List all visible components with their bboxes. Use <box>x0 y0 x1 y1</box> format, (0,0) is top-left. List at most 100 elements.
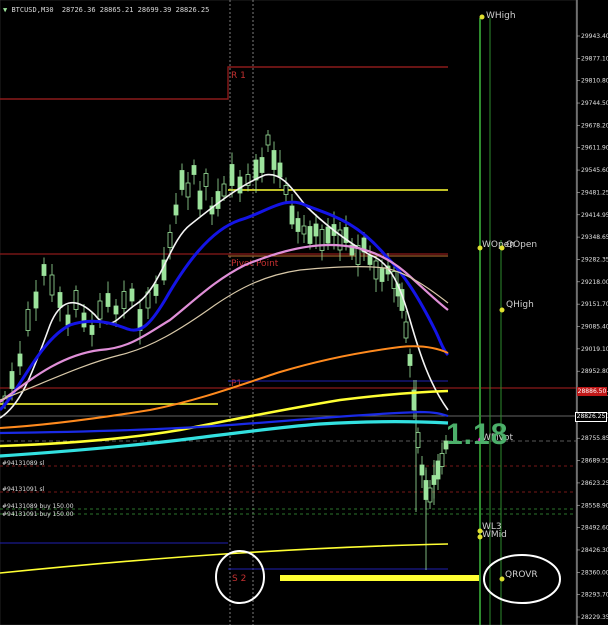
candle-body <box>73 290 79 310</box>
price-tick-label: 28229.35 <box>581 614 608 621</box>
candle-body <box>81 312 87 328</box>
marker-dot <box>499 307 505 313</box>
candle-body <box>105 293 111 307</box>
price-tick-label: 29019.10 <box>581 346 608 353</box>
candle-body <box>419 464 425 476</box>
candle-body <box>97 300 103 320</box>
candle-body <box>173 204 179 216</box>
candle-body <box>41 264 47 276</box>
price-tick-label: 29744.50 <box>581 100 608 107</box>
candle-body <box>65 314 71 326</box>
marker-label: WHigh <box>486 11 516 21</box>
chart-icon: ▼ <box>3 6 8 14</box>
cyan-ma-line <box>0 420 449 458</box>
candle-body <box>215 191 221 209</box>
candle-body <box>325 226 331 244</box>
chart-window[interactable]: R 1 Pivot Point P1 S 2 #94131089 sl #941… <box>0 0 608 625</box>
candle-body <box>129 288 135 302</box>
marker-label: WMid <box>482 530 507 540</box>
price-tick-label: 29481.25 <box>581 189 608 196</box>
candle-body <box>185 182 191 198</box>
indicator-value: 1.18 <box>446 418 509 451</box>
price-tick-label: 29611.90 <box>581 145 608 152</box>
candle-body <box>9 371 15 389</box>
price-tick-label: 29151.70 <box>581 301 608 308</box>
price-tick-label: 29085.40 <box>581 324 608 331</box>
price-tick-label: 29218.00 <box>581 279 608 286</box>
price-tick-label: 29943.40 <box>581 33 608 40</box>
price-tick-label: 28426.30 <box>581 547 608 554</box>
marker-label: QOpen <box>506 240 537 250</box>
candle-body <box>49 274 55 296</box>
price-chart[interactable]: R 1 Pivot Point P1 S 2 #94131089 sl #941… <box>0 0 608 625</box>
price-tick-label: 29282.35 <box>581 256 608 263</box>
candle-body <box>439 453 445 467</box>
candle-body <box>367 255 373 265</box>
candle-body <box>427 487 433 503</box>
marker-dot <box>499 576 505 582</box>
red-price-tag: 28886.50 <box>577 387 607 396</box>
price-tick-label: 29545.60 <box>581 167 608 174</box>
price-tick-label: 29877.10 <box>581 55 608 62</box>
marker-label: QHigh <box>506 300 534 310</box>
candle-body <box>229 164 235 186</box>
candle-body <box>167 232 173 248</box>
order-label: #94131091 buy 150.00 <box>2 511 74 518</box>
r1-label: R 1 <box>231 71 246 81</box>
price-tick-label: 29810.80 <box>581 78 608 85</box>
r1-line <box>0 66 448 100</box>
candle-body <box>307 226 313 244</box>
candle-body <box>153 284 159 296</box>
beige-ma-line <box>0 265 449 401</box>
price-tick-label: 28689.55 <box>581 458 608 465</box>
candle-body <box>415 432 421 448</box>
order-label: #94131089 buy 150.00 <box>2 503 74 510</box>
price-tick-label: 28360.00 <box>581 569 608 576</box>
yellow-ma-line <box>0 389 449 448</box>
candle-body <box>289 205 295 225</box>
candle-body <box>17 353 23 367</box>
candle-body <box>373 260 379 280</box>
candle-body <box>407 354 413 366</box>
candle-body <box>89 325 95 335</box>
chart-header: ▼ BTCUSD,M30 28726.36 28865.21 28699.39 … <box>3 6 209 14</box>
price-axis: 29943.40 29877.10 29810.80 29744.50 29678.20… <box>577 33 608 621</box>
price-tick-label: 28492.60 <box>581 525 608 532</box>
price-tick-label: 29678.20 <box>581 122 608 129</box>
price-tick-label: 28623.25 <box>581 480 608 487</box>
price-tick-label: 28293.70 <box>581 592 608 599</box>
candle-body <box>179 170 185 190</box>
candle-body <box>301 225 307 235</box>
candle-body <box>197 190 203 210</box>
candle-body <box>319 229 325 251</box>
candle-body <box>253 159 259 181</box>
marker-dot <box>479 14 485 20</box>
candle-body <box>25 309 31 331</box>
candle-body <box>203 173 209 187</box>
marker-dot <box>499 245 505 251</box>
order-label: #94131091 sl <box>2 486 45 493</box>
candle-body <box>435 460 441 480</box>
candle-body <box>265 134 271 146</box>
price-tick-label: 28558.90 <box>581 502 608 509</box>
symbol-label: BTCUSD,M30 <box>11 6 54 14</box>
price-tick-label: 29348.65 <box>581 234 608 241</box>
candle-body <box>271 150 277 170</box>
blue-ma-line <box>0 200 450 412</box>
candle-body <box>283 185 289 195</box>
ohlc-values: 28726.36 28865.21 28699.39 28826.25 <box>61 6 210 14</box>
candle-body <box>403 321 409 339</box>
price-tick-label: 29414.95 <box>581 212 608 219</box>
candle-body <box>191 165 197 175</box>
candle-body <box>33 291 39 309</box>
candle-body <box>313 223 319 237</box>
candle-body <box>379 268 385 282</box>
current-price-tag: 28826.25 <box>575 412 607 422</box>
marker-label: QROVR <box>505 570 538 580</box>
candle-body <box>295 218 301 232</box>
price-tick-label: 28952.80 <box>581 368 608 375</box>
candle-body <box>259 157 265 173</box>
candle-body <box>237 176 243 194</box>
candle-body <box>57 292 63 308</box>
price-tick-label: 28755.85 <box>581 435 608 442</box>
